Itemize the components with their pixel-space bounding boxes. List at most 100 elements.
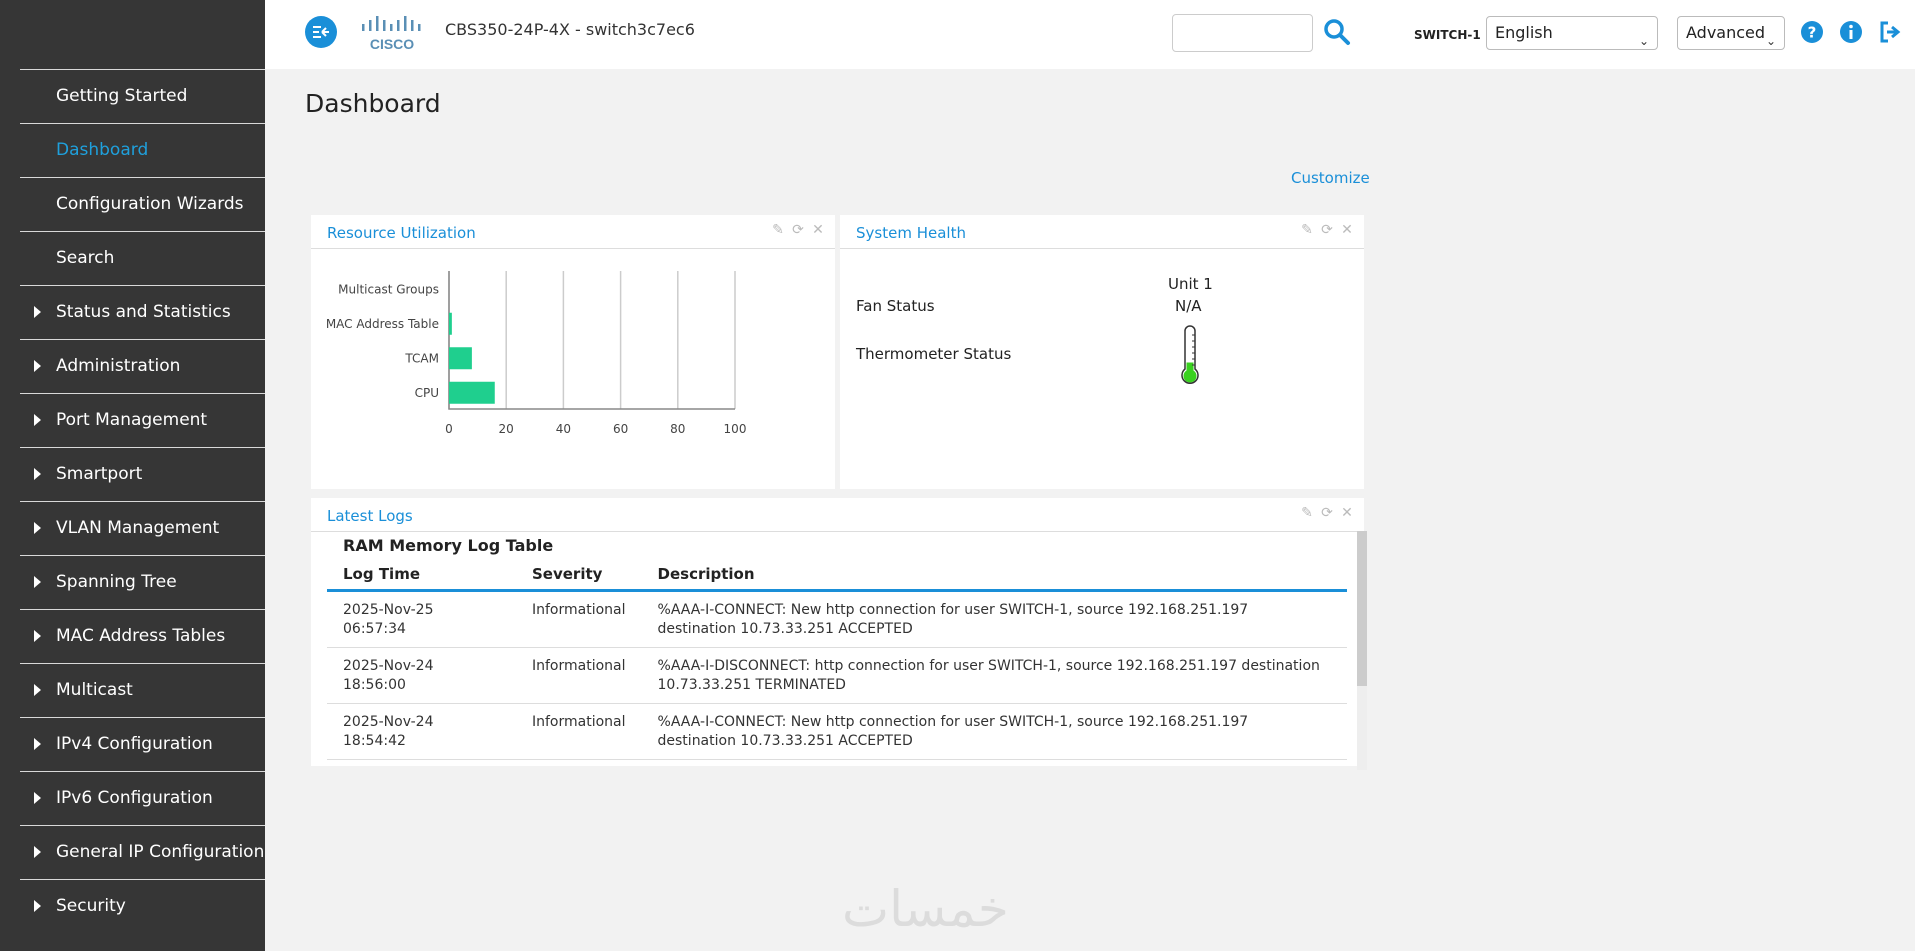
language-select-value: English — [1495, 23, 1553, 42]
info-icon[interactable] — [1839, 20, 1863, 44]
sidebar-item-port-management[interactable]: Port Management — [20, 393, 265, 446]
logout-icon[interactable] — [1878, 20, 1902, 44]
sidebar-item-label: General IP Configuration — [56, 842, 265, 862]
x-tick-label: 60 — [613, 422, 628, 436]
sidebar-item-mac-address-tables[interactable]: MAC Address Tables — [20, 609, 265, 662]
logs-scrollbar[interactable] — [1357, 531, 1367, 770]
panel-title: Latest Logs — [327, 507, 413, 525]
table-cell: 2025-Nov-23 07:42:06 — [327, 759, 516, 770]
refresh-icon[interactable]: ⟳ — [1320, 506, 1334, 520]
table-cell: Informational — [516, 590, 642, 648]
log-table: Log Time Severity Description 2025-Nov-25 … — [327, 557, 1347, 770]
mode-select[interactable]: Advanced ⌄ — [1677, 16, 1785, 50]
refresh-icon[interactable]: ⟳ — [1320, 223, 1334, 237]
panel-header: Resource Utilization ✎ ⟳ ✕ — [311, 215, 835, 249]
table-cell: Informational — [516, 647, 642, 704]
latest-logs-panel: Latest Logs ✎ ⟳ ✕ RAM Memory Log Table L… — [311, 498, 1367, 770]
bar — [449, 312, 452, 335]
sidebar-item-vlan-management[interactable]: VLAN Management — [20, 501, 265, 554]
cisco-logo: CISCO — [360, 14, 428, 52]
search-input[interactable] — [1172, 14, 1313, 52]
expand-caret-icon — [34, 414, 41, 426]
collapse-menu-icon — [313, 26, 329, 38]
edit-icon[interactable]: ✎ — [771, 223, 785, 237]
close-icon[interactable]: ✕ — [811, 223, 825, 237]
table-cell: %AAA-I-CONNECT: New http connection for … — [641, 590, 1347, 648]
sidebar-item-multicast[interactable]: Multicast — [20, 663, 265, 716]
category-label: CPU — [415, 386, 439, 400]
panel-title: System Health — [856, 224, 966, 242]
category-label: Multicast Groups — [338, 282, 439, 296]
sidebar-item-smartport[interactable]: Smartport — [20, 447, 265, 500]
column-header: Log Time — [327, 557, 516, 592]
edit-icon[interactable]: ✎ — [1300, 506, 1314, 520]
bar — [449, 381, 495, 404]
user-label: SWITCH-1 — [1414, 28, 1481, 42]
sidebar-item-label: IPv4 Configuration — [56, 734, 213, 754]
refresh-icon[interactable]: ⟳ — [791, 223, 805, 237]
search-icon[interactable] — [1323, 18, 1351, 50]
resource-utilization-panel: Resource Utilization ✎ ⟳ ✕ 0 20 40 60 80 100 M… — [311, 215, 835, 489]
category-label: MAC Address Table — [326, 317, 439, 331]
table-cell: %AAA-I-CONNECT: New http connection for … — [641, 703, 1347, 760]
panel-tools: ✎ ⟳ ✕ — [1300, 506, 1354, 520]
close-icon[interactable]: ✕ — [1340, 223, 1354, 237]
sidebar-item-spanning-tree[interactable]: Spanning Tree — [20, 555, 265, 608]
logs-table-container[interactable]: RAM Memory Log Table Log Time Severity Des… — [327, 531, 1364, 770]
expand-caret-icon — [34, 684, 41, 696]
header: CISCO CBS350-24P-4X - switch3c7ec6 SWITC… — [265, 0, 1915, 69]
logs-scrollbar-thumb[interactable] — [1357, 531, 1367, 686]
sidebar-item-general-ip-configuration[interactable]: General IP Configuration — [20, 825, 265, 878]
page-title-bar: Dashboard — [265, 69, 1915, 144]
sidebar-item-label: Multicast — [56, 680, 133, 700]
panel-header: Latest Logs ✎ ⟳ ✕ — [311, 498, 1364, 532]
fan-status-label: Fan Status — [856, 297, 935, 315]
table-cell: 2025-Nov-24 18:54:42 — [327, 703, 516, 760]
sidebar-item-security[interactable]: Security — [20, 879, 265, 932]
edit-icon[interactable]: ✎ — [1300, 223, 1314, 237]
panel-header: System Health ✎ ⟳ ✕ — [840, 215, 1364, 249]
expand-caret-icon — [34, 846, 41, 858]
unit-label: Unit 1 — [1168, 275, 1213, 293]
svg-text:?: ? — [1808, 24, 1817, 42]
sidebar-item-ipv6-configuration[interactable]: IPv6 Configuration — [20, 771, 265, 824]
help-icon[interactable]: ? — [1800, 20, 1824, 44]
menu-toggle-button[interactable] — [305, 16, 337, 48]
thermometer-status-label: Thermometer Status — [856, 345, 1012, 363]
panel-tools: ✎ ⟳ ✕ — [1300, 223, 1354, 237]
table-cell: %BOOTP_DHCP_Cl-I-DHCPRENEWED: The device… — [641, 759, 1347, 770]
sidebar-item-search[interactable]: Search — [20, 231, 265, 284]
fan-status-value: N/A — [1175, 297, 1202, 315]
language-select[interactable]: English ⌄ — [1486, 16, 1658, 50]
cisco-logo-text: CISCO — [370, 36, 414, 52]
sidebar-item-status-and-statistics[interactable]: Status and Statistics — [20, 285, 265, 338]
sidebar-item-configuration-wizards[interactable]: Configuration Wizards — [20, 177, 265, 230]
column-header: Description — [641, 557, 1347, 592]
sidebar-item-administration[interactable]: Administration — [20, 339, 265, 392]
x-tick-label: 0 — [445, 422, 453, 436]
bar — [449, 347, 472, 370]
expand-caret-icon — [34, 576, 41, 588]
sidebar-item-getting-started[interactable]: Getting Started — [20, 69, 265, 122]
sidebar-item-label: Port Management — [56, 410, 208, 430]
x-tick-label: 20 — [499, 422, 514, 436]
log-table-title: RAM Memory Log Table — [343, 536, 554, 555]
watermark-logo: خمسات — [842, 880, 1009, 938]
sidebar-item-label: Administration — [56, 356, 181, 376]
page-title: Dashboard — [305, 89, 441, 118]
sidebar-item-ipv4-configuration[interactable]: IPv4 Configuration — [20, 717, 265, 770]
table-cell: %AAA-I-DISCONNECT: http connection for u… — [641, 647, 1347, 704]
sidebar-item-dashboard[interactable]: Dashboard — [20, 123, 265, 176]
chevron-down-icon: ⌄ — [1765, 34, 1776, 48]
mode-select-value: Advanced — [1686, 23, 1766, 42]
x-tick-label: 100 — [724, 422, 747, 436]
close-icon[interactable]: ✕ — [1340, 506, 1354, 520]
panel-title: Resource Utilization — [327, 224, 476, 242]
panel-tools: ✎ ⟳ ✕ — [771, 223, 825, 237]
thermometer-level — [1186, 362, 1194, 373]
expand-caret-icon — [34, 468, 41, 480]
table-cell: Informational — [516, 703, 642, 760]
sidebar-item-label: IPv6 Configuration — [56, 788, 213, 808]
customize-link[interactable]: Customize — [1291, 169, 1370, 187]
sidebar-item-label: MAC Address Tables — [56, 626, 226, 646]
